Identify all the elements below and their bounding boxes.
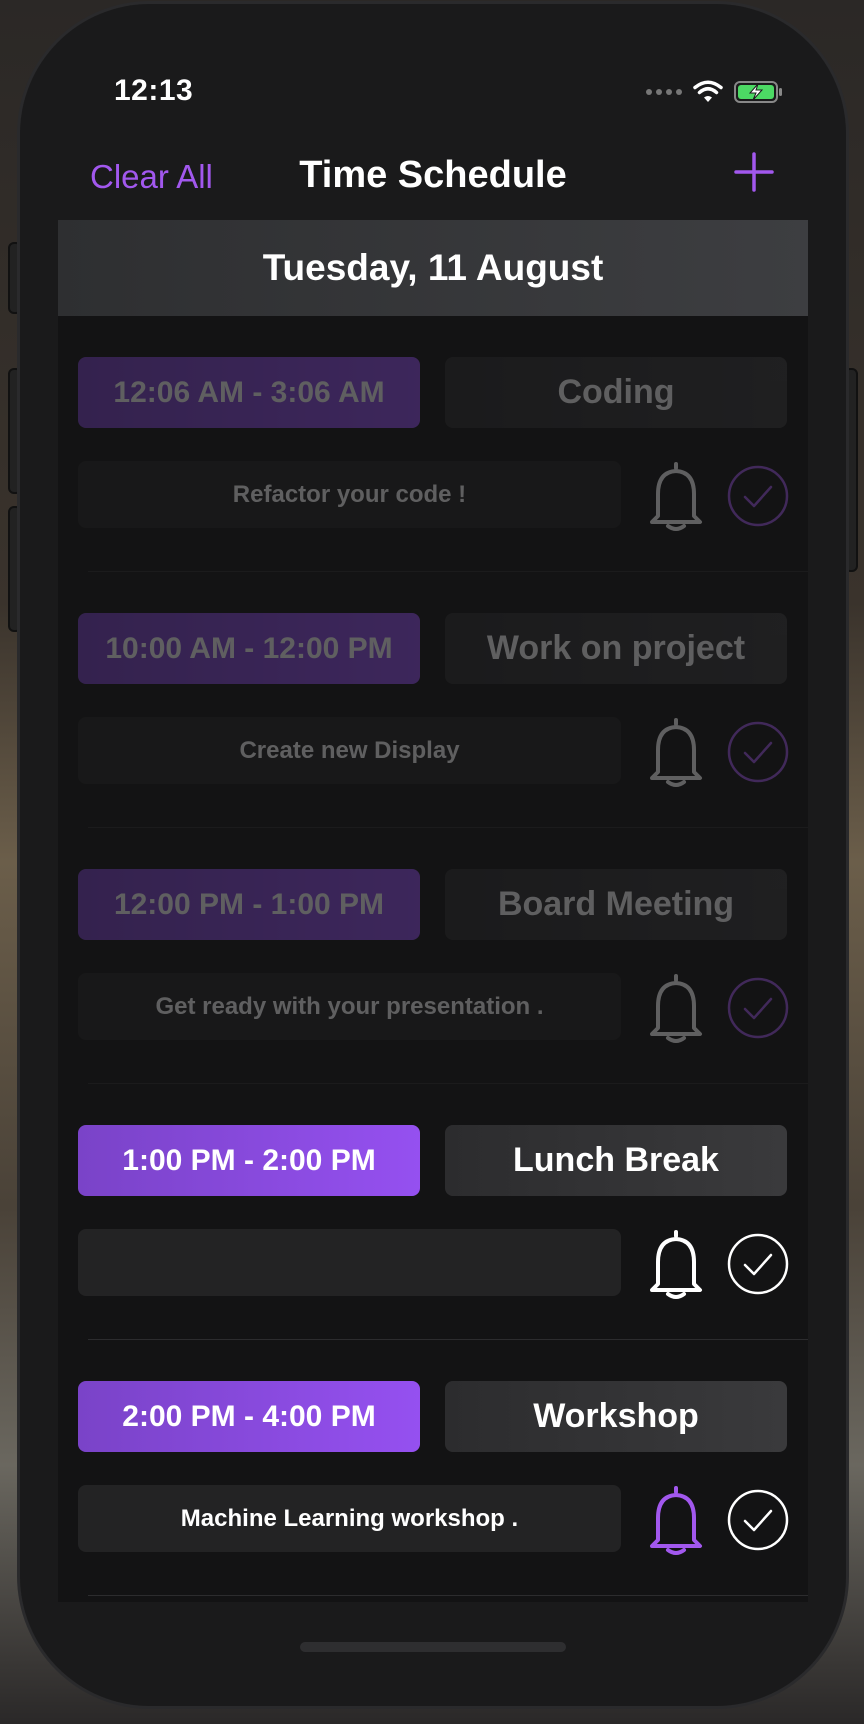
event-row[interactable]: 12:00 PM - 1:00 PM Board Meeting Get rea…	[58, 828, 808, 1084]
battery-charging-icon	[734, 81, 782, 103]
event-time-range[interactable]: 1:00 PM - 2:00 PM	[78, 1125, 420, 1196]
event-time-range[interactable]: 12:00 PM - 1:00 PM	[78, 869, 420, 940]
row-divider	[88, 1595, 808, 1596]
bell-icon-active[interactable]	[646, 1484, 706, 1556]
cellular-signal-icon	[646, 89, 682, 95]
checkmark-circle-icon[interactable]	[726, 1488, 790, 1552]
checkmark-circle-icon[interactable]	[726, 976, 790, 1040]
bell-icon[interactable]	[646, 716, 706, 788]
home-indicator[interactable]	[300, 1642, 566, 1652]
wifi-icon	[693, 80, 723, 102]
event-note[interactable]: Create new Display	[78, 717, 621, 784]
event-row[interactable]: 10:00 AM - 12:00 PM Work on project Crea…	[58, 572, 808, 828]
power-button	[844, 368, 858, 572]
event-time-range[interactable]: 12:06 AM - 3:06 AM	[78, 357, 420, 428]
event-note[interactable]: Get ready with your presentation .	[78, 973, 621, 1040]
event-title[interactable]: Work on project	[445, 613, 787, 684]
event-row[interactable]: 1:00 PM - 2:00 PM Lunch Break	[58, 1084, 808, 1340]
event-list[interactable]: 12:06 AM - 3:06 AM Coding Refactor your …	[58, 316, 808, 1602]
status-bar: 12:13	[20, 4, 846, 107]
navigation-bar: Clear All Time Schedule	[20, 144, 846, 214]
event-note[interactable]: Machine Learning workshop .	[78, 1485, 621, 1552]
plus-icon[interactable]	[734, 152, 774, 192]
event-note[interactable]	[78, 1229, 621, 1296]
phone-frame: 12:13 Clear All Time Schedule Tuesday, 1…	[20, 4, 846, 1706]
event-time-range[interactable]: 2:00 PM - 4:00 PM	[78, 1381, 420, 1452]
checkmark-circle-icon[interactable]	[726, 720, 790, 784]
event-row[interactable]: 12:06 AM - 3:06 AM Coding Refactor your …	[58, 316, 808, 572]
event-title[interactable]: Board Meeting	[445, 869, 787, 940]
bell-icon[interactable]	[646, 972, 706, 1044]
event-title[interactable]: Workshop	[445, 1381, 787, 1452]
checkmark-circle-icon[interactable]	[726, 1232, 790, 1296]
checkmark-circle-icon[interactable]	[726, 464, 790, 528]
date-section-header: Tuesday, 11 August	[58, 220, 808, 316]
event-note[interactable]: Refactor your code !	[78, 461, 621, 528]
event-title[interactable]: Lunch Break	[445, 1125, 787, 1196]
event-time-range[interactable]: 10:00 AM - 12:00 PM	[78, 613, 420, 684]
app-screen: 12:13 Clear All Time Schedule Tuesday, 1…	[20, 4, 846, 1706]
page-title: Time Schedule	[299, 154, 567, 196]
status-time: 12:13	[114, 74, 194, 107]
event-row[interactable]: 2:00 PM - 4:00 PM Workshop Machine Learn…	[58, 1340, 808, 1596]
bell-icon[interactable]	[646, 460, 706, 532]
event-title[interactable]: Coding	[445, 357, 787, 428]
bell-icon[interactable]	[646, 1228, 706, 1300]
status-icons	[646, 80, 784, 104]
